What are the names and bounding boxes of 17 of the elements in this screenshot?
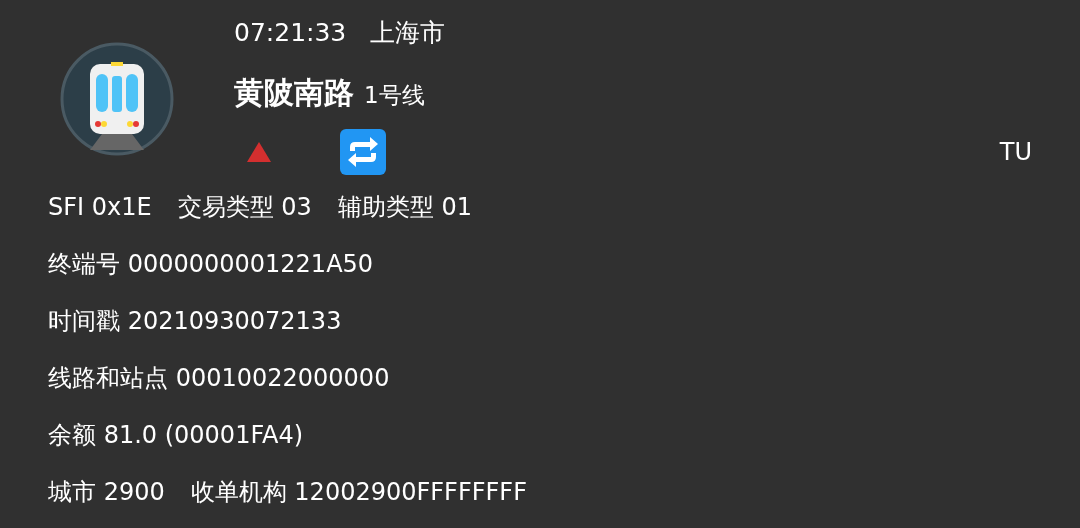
field-text: 余额 81.0 (00001FA4) [48,420,304,451]
field-text: 时间戳 20210930072133 [48,306,342,337]
line-text: 1号线 [364,81,425,110]
time-text: 07:21:33 [234,17,347,49]
field-text: 线路和站点 00010022000000 [48,363,390,394]
field-text: 终端号 0000000001221A50 [48,249,374,280]
field-text: 辅助类型 01 [337,192,472,223]
tag-text: TU [999,137,1032,168]
triangle-icon [246,141,272,163]
station-name: 黄陂南路 [234,74,354,112]
repeat-icon [340,129,386,175]
field-text: SFI 0x1E [48,192,152,223]
field-text: 城市 2900 [48,477,165,508]
field-text: 收单机构 12002900FFFFFFFF [190,477,527,508]
train-icon [60,42,174,156]
field-text: 交易类型 03 [177,192,312,223]
city-text: 上海市 [370,17,446,49]
